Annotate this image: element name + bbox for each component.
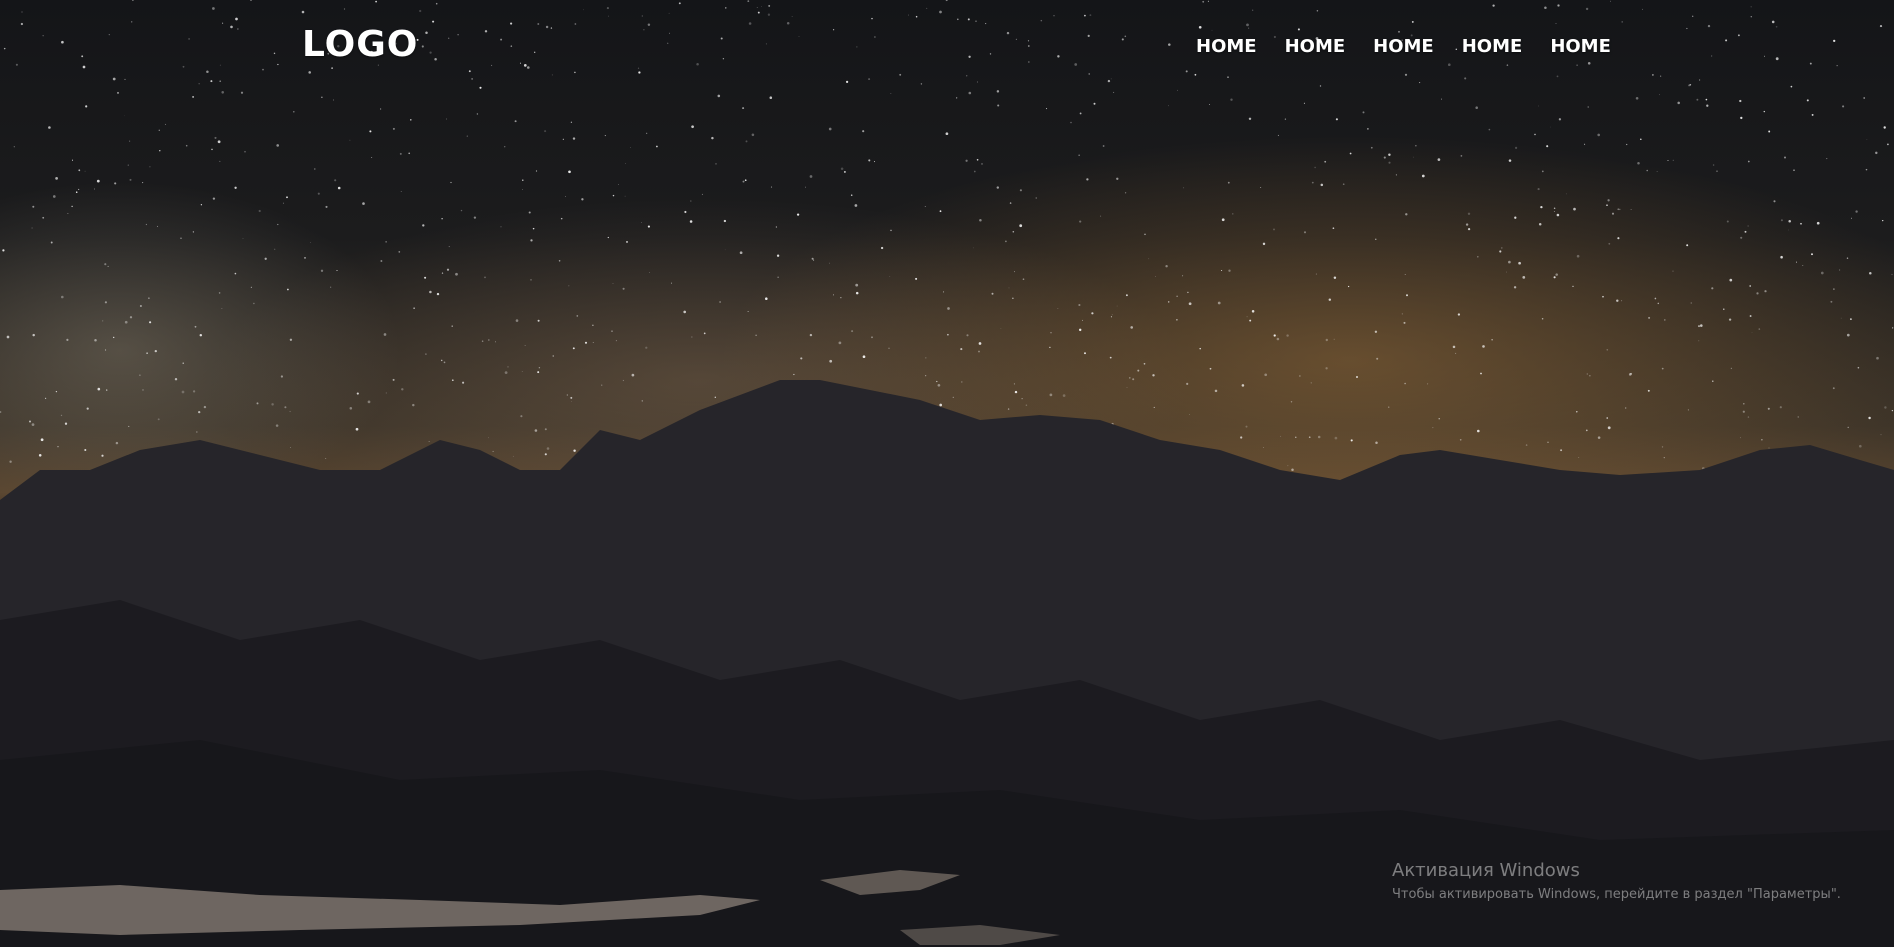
nav-item-home-5[interactable]: HOME bbox=[1550, 36, 1611, 57]
nav-item-home-1[interactable]: HOME bbox=[1196, 36, 1257, 57]
mountain-range bbox=[0, 380, 1894, 947]
watermark-subtitle: Чтобы активировать Windows, перейдите в … bbox=[1392, 887, 1841, 902]
logo[interactable]: LOGO bbox=[302, 24, 418, 65]
nav-item-home-2[interactable]: HOME bbox=[1285, 36, 1346, 57]
hero-background: LOGO HOME HOME HOME HOME HOME Активация … bbox=[0, 0, 1894, 947]
nav-item-home-4[interactable]: HOME bbox=[1462, 36, 1523, 57]
main-navigation: HOME HOME HOME HOME HOME bbox=[1196, 36, 1639, 57]
windows-activation-watermark: Активация Windows Чтобы активировать Win… bbox=[1392, 860, 1841, 902]
watermark-title: Активация Windows bbox=[1392, 860, 1580, 881]
nav-item-home-3[interactable]: HOME bbox=[1373, 36, 1434, 57]
